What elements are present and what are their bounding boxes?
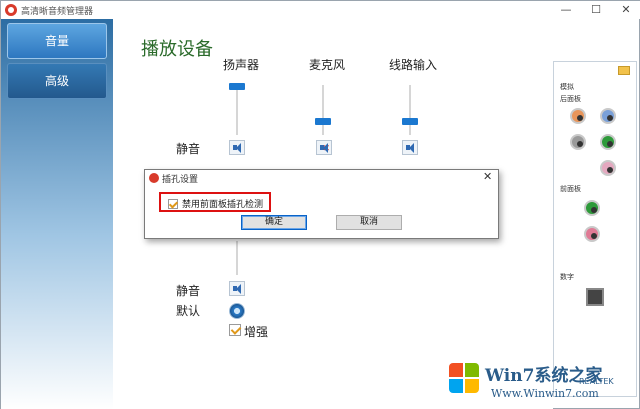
rear-jack-gray[interactable]	[570, 134, 586, 150]
disable-front-jack-detection-checkbox[interactable]	[168, 199, 178, 209]
watermark-url: Www.Winwin7.com	[491, 387, 599, 400]
muted-x-icon: ✕	[322, 144, 330, 154]
sidebar: 音量 高级	[1, 19, 113, 409]
sidebar-item-advanced[interactable]: 高级	[7, 63, 107, 99]
microphone-volume-track	[322, 85, 324, 135]
watermark: Win7系统之家 Www.Winwin7.com REALTEK	[449, 357, 637, 407]
window-title: 高清晰音频管理器	[21, 7, 94, 17]
windows-logo-icon	[449, 363, 481, 395]
cancel-button[interactable]: 取消	[336, 215, 402, 230]
rear-jack-green[interactable]	[600, 134, 616, 150]
digital-label: 数字	[560, 273, 574, 281]
default-label: 默认	[176, 304, 201, 318]
speaker-volume-track	[236, 83, 238, 135]
lower-volume-track	[236, 241, 238, 275]
line-in-mute-button[interactable]	[402, 140, 418, 155]
close-button[interactable]: ✕	[611, 1, 640, 19]
dialog-title: 插孔设置	[162, 175, 199, 185]
default-device-button[interactable]	[229, 303, 245, 319]
mute-label: 静音	[176, 142, 201, 156]
folder-icon[interactable]	[618, 66, 630, 75]
audio-manager-window: 高清晰音频管理器 — ☐ ✕ 音量 高级 播放设备 扬声器 麦克风 线路输入 静…	[0, 0, 640, 409]
maximize-button[interactable]: ☐	[581, 1, 611, 19]
microphone-mute-button[interactable]: ✕	[316, 140, 332, 155]
dialog-app-icon	[149, 173, 159, 183]
lower-mute-label: 静音	[176, 284, 201, 298]
dialog-close-button[interactable]: ✕	[483, 170, 492, 183]
sidebar-item-volume[interactable]: 音量	[7, 23, 107, 59]
jack-settings-dialog: 插孔设置 ✕ 禁用前面板插孔检测 确定 取消	[144, 169, 499, 239]
rear-jack-orange[interactable]	[570, 108, 586, 124]
page-title: 播放设备	[141, 39, 213, 60]
front-jack-pink[interactable]	[584, 226, 600, 242]
line-in-volume-track	[409, 85, 411, 135]
line-in-label: 线路输入	[389, 58, 438, 72]
ok-button[interactable]: 确定	[241, 215, 307, 230]
connector-panel: 模拟 后面板 前面板 数字	[553, 61, 637, 397]
vendor-logo: REALTEK	[579, 377, 614, 386]
analog-title: 模拟	[560, 83, 574, 91]
microphone-volume-slider[interactable]	[315, 118, 331, 125]
lower-mute-button[interactable]	[229, 281, 245, 296]
speaker-label: 扬声器	[223, 58, 260, 72]
microphone-label: 麦克风	[309, 58, 346, 72]
speaker-mute-button[interactable]	[229, 140, 245, 155]
minimize-button[interactable]: —	[551, 1, 581, 19]
title-bar: 高清晰音频管理器 — ☐ ✕	[1, 1, 640, 19]
speaker-volume-slider[interactable]	[229, 83, 245, 90]
line-in-volume-slider[interactable]	[402, 118, 418, 125]
rear-jack-pink[interactable]	[600, 160, 616, 176]
boost-label: 增强	[244, 325, 269, 339]
front-panel-label: 前面板	[560, 185, 581, 193]
app-icon	[5, 4, 17, 16]
rear-panel-label: 后面板	[560, 95, 581, 103]
digital-output-icon[interactable]	[586, 288, 604, 306]
rear-jack-blue[interactable]	[600, 108, 616, 124]
boost-checkbox[interactable]	[229, 324, 241, 336]
front-jack-green[interactable]	[584, 200, 600, 216]
disable-front-jack-detection-label: 禁用前面板插孔检测	[182, 200, 264, 210]
